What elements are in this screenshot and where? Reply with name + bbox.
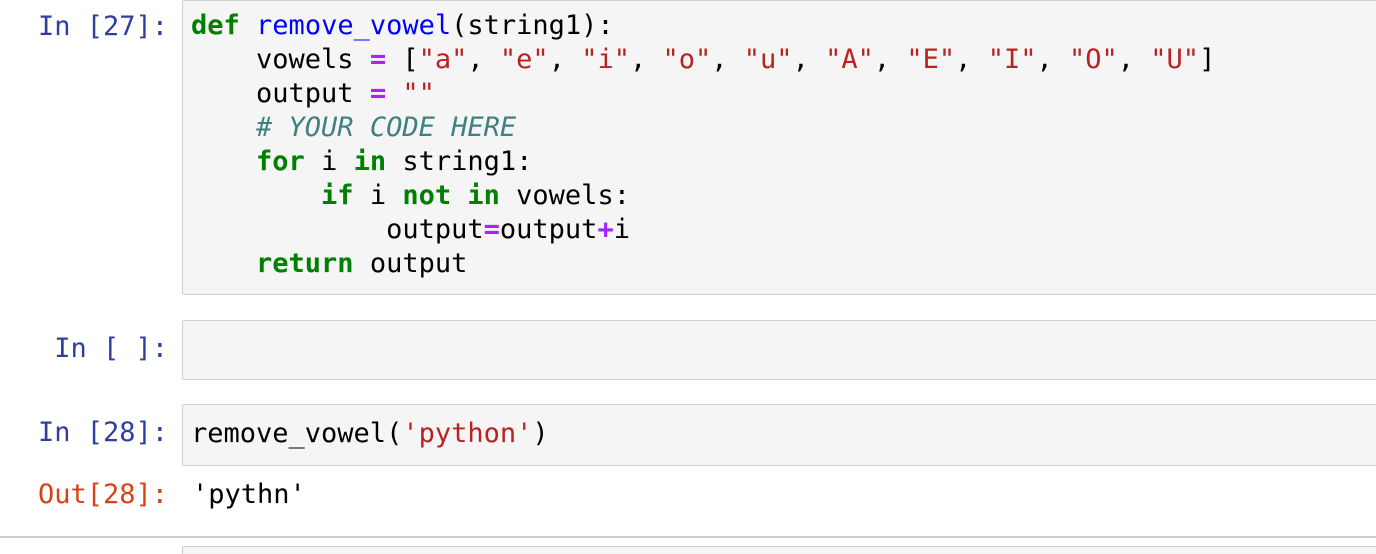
code-cell-28: In [28]: remove_vowel('python') Out[28]:… <box>0 402 1376 522</box>
code-line: output = "" <box>256 78 435 109</box>
input-prompt: In [ ]: <box>54 333 168 364</box>
code-text: remove_vowel('python') <box>191 417 549 451</box>
code-line: output=output+i <box>386 214 630 245</box>
code-text: def remove_vowel(string1): vowels = ["a"… <box>191 9 1215 281</box>
code-line: def remove_vowel(string1): <box>191 10 614 41</box>
code-line: for i in string1: <box>256 146 533 177</box>
input-prompt: In [28]: <box>37 417 168 448</box>
code-line: # YOUR CODE HERE <box>191 112 516 143</box>
code-line: vowels = ["a", "e", "i", "o", "u", "A", … <box>256 44 1216 75</box>
code-cell-empty: In [ ]: <box>0 318 1376 380</box>
code-editor[interactable]: remove_vowel('python') <box>182 404 1376 466</box>
code-editor[interactable] <box>182 320 1376 380</box>
output-result: 'pythn' <box>192 479 306 510</box>
input-prompt: In [27]: <box>37 11 168 42</box>
code-line: return output <box>256 248 468 279</box>
next-cell-editor[interactable] <box>182 546 1376 554</box>
cell-divider <box>0 536 1376 538</box>
code-comment: # YOUR CODE HERE <box>256 112 517 143</box>
code-line: remove_vowel('python') <box>191 418 549 449</box>
code-editor[interactable]: def remove_vowel(string1): vowels = ["a"… <box>182 0 1376 295</box>
notebook: In [27]: def remove_vowel(string1): vowe… <box>0 0 1376 554</box>
code-cell-27: In [27]: def remove_vowel(string1): vowe… <box>0 0 1376 300</box>
output-prompt: Out[28]: <box>37 479 168 510</box>
code-line: if i not in vowels: <box>321 180 630 211</box>
